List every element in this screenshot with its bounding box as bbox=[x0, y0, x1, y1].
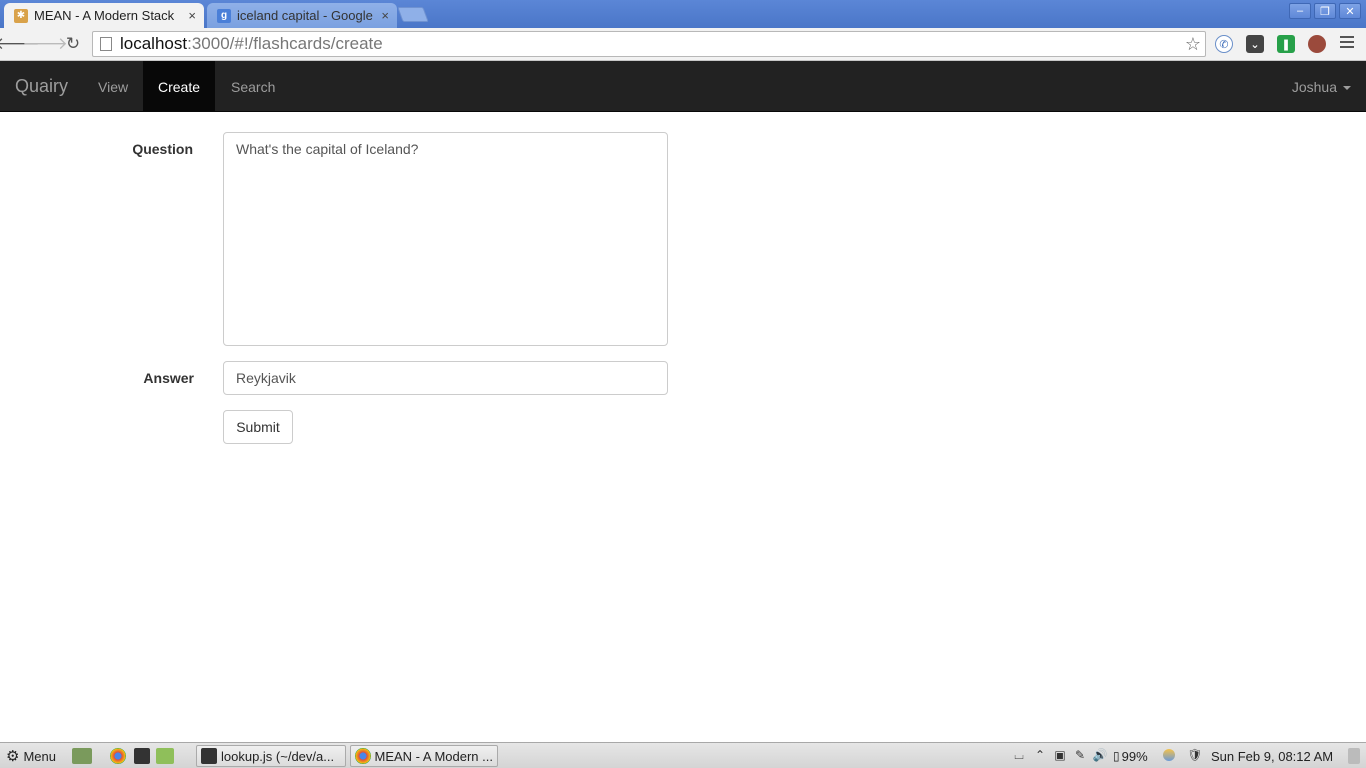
question-textarea[interactable]: What's the capital of Iceland? bbox=[223, 132, 668, 346]
keyboard-icon[interactable]: ⌴ bbox=[1012, 748, 1026, 762]
battery-icon: ▯ bbox=[1113, 749, 1120, 763]
google-favicon-icon: g bbox=[217, 8, 231, 23]
user-menu[interactable]: Joshua bbox=[1292, 61, 1351, 112]
browser-tab-google[interactable]: g iceland capital - Google × bbox=[207, 3, 397, 28]
start-menu-button[interactable]: ⚙ Menu bbox=[6, 746, 56, 766]
volume-icon[interactable]: 🔊 bbox=[1093, 748, 1108, 762]
user-name: Joshua bbox=[1291, 78, 1337, 95]
page-icon bbox=[100, 37, 112, 51]
terminal-icon bbox=[201, 748, 217, 764]
weather-icon[interactable] bbox=[1162, 748, 1176, 762]
new-tab-button[interactable] bbox=[397, 7, 429, 22]
tab-close-icon[interactable]: × bbox=[381, 8, 389, 23]
hangouts-extension-icon[interactable]: ✆ bbox=[1215, 35, 1233, 53]
bookmark-star-icon[interactable]: ☆ bbox=[1185, 34, 1201, 55]
taskbar-window-mean[interactable]: MEAN - A Modern ... bbox=[350, 745, 498, 767]
browser-tab-mean[interactable]: ✱ MEAN - A Modern Stack × bbox=[4, 3, 204, 28]
tomato-extension-icon[interactable] bbox=[1308, 35, 1326, 53]
question-label: Question bbox=[132, 141, 193, 157]
menu-label: Menu bbox=[23, 748, 56, 764]
files-launcher-icon[interactable] bbox=[156, 746, 178, 766]
url-host: localhost bbox=[120, 34, 188, 53]
nav-view[interactable]: View bbox=[83, 61, 143, 112]
mean-favicon-icon: ✱ bbox=[14, 8, 28, 23]
answer-label: Answer bbox=[143, 370, 194, 386]
show-desktop-icon[interactable] bbox=[72, 746, 96, 766]
tab-close-icon[interactable]: × bbox=[188, 8, 196, 23]
forward-arrow-icon[interactable]: 🡒 bbox=[22, 33, 68, 55]
reload-icon[interactable]: ↻ bbox=[62, 33, 84, 55]
tab-title: iceland capital - Google bbox=[237, 8, 373, 23]
network-icon[interactable]: ✎ bbox=[1073, 748, 1087, 762]
nav-search[interactable]: Search bbox=[216, 61, 290, 112]
battery-percent: 99% bbox=[1121, 748, 1148, 764]
taskbar-window-title: MEAN - A Modern ... bbox=[374, 748, 494, 764]
minimize-button[interactable]: – bbox=[1289, 3, 1311, 19]
app-navbar: Quairy View Create Search Joshua bbox=[0, 61, 1366, 112]
close-window-button[interactable]: ✕ bbox=[1339, 3, 1361, 19]
address-bar[interactable]: localhost:3000/#!/flashcards/create ☆ bbox=[92, 31, 1206, 57]
answer-input[interactable] bbox=[223, 361, 668, 395]
taskbar-window-title: lookup.js (~/dev/a... bbox=[221, 748, 335, 764]
battery-indicator[interactable]: ▯ 99% bbox=[1113, 746, 1148, 766]
tray-expand-icon[interactable]: ⌃ bbox=[1033, 748, 1047, 762]
terminal-launcher-icon[interactable] bbox=[134, 746, 154, 766]
chrome-menu-icon[interactable] bbox=[1340, 36, 1354, 50]
gear-icon: ⚙ bbox=[6, 748, 20, 765]
nav-create[interactable]: Create bbox=[143, 61, 216, 112]
browser-toolbar: 🡐 🡒 ↻ localhost:3000/#!/flashcards/creat… bbox=[0, 28, 1366, 61]
evernote-extension-icon[interactable]: ❚ bbox=[1277, 35, 1295, 53]
chrome-icon bbox=[355, 748, 371, 764]
chrome-launcher-icon[interactable] bbox=[110, 746, 130, 766]
tab-title: MEAN - A Modern Stack bbox=[34, 8, 175, 23]
caret-down-icon bbox=[1343, 85, 1351, 90]
url-path: :3000/#!/flashcards/create bbox=[187, 34, 383, 53]
shield-icon[interactable]: 🛡 bbox=[1187, 748, 1202, 762]
desktop-taskbar: ⚙ Menu lookup.js (~/dev/a... MEAN - A Mo… bbox=[0, 742, 1366, 768]
browser-tab-strip: ✱ MEAN - A Modern Stack × g iceland capi… bbox=[0, 0, 1366, 28]
clipboard-icon[interactable]: ▣ bbox=[1053, 748, 1067, 762]
restore-button[interactable]: ❐ bbox=[1314, 3, 1336, 19]
clock[interactable]: Sun Feb 9, 08:12 AM bbox=[1211, 746, 1333, 766]
show-desktop-corner[interactable] bbox=[1348, 746, 1364, 766]
pocket-extension-icon[interactable]: ⌄ bbox=[1246, 35, 1264, 53]
taskbar-window-lookup[interactable]: lookup.js (~/dev/a... bbox=[196, 745, 346, 767]
app-brand[interactable]: Quairy bbox=[15, 76, 68, 97]
submit-button[interactable]: Submit bbox=[223, 410, 293, 444]
